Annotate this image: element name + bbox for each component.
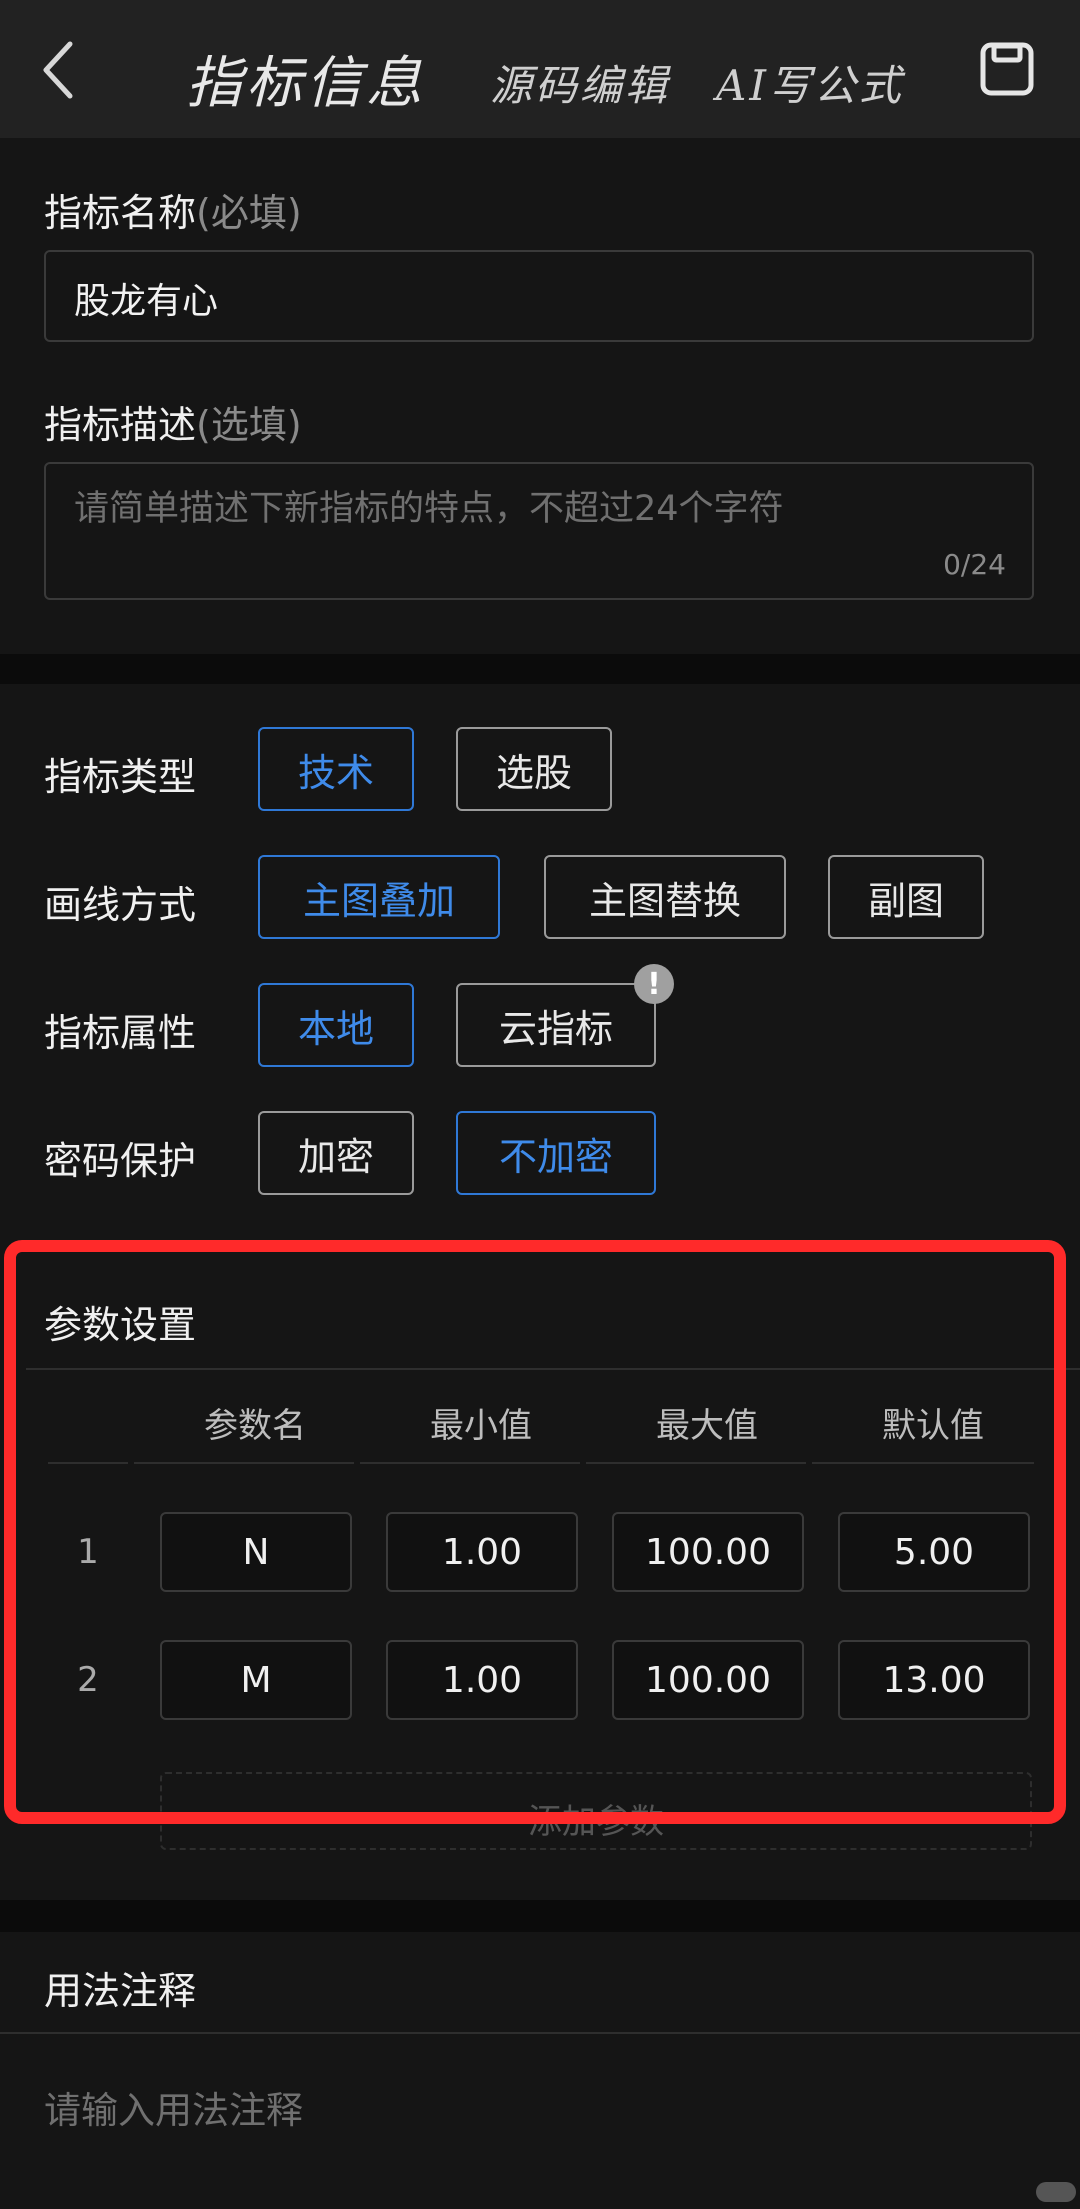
password-option-no-encrypt[interactable]: 不加密 — [456, 1111, 656, 1195]
attribute-label: 指标属性 — [44, 1011, 197, 1055]
type-option-stock-pick[interactable]: 选股 — [456, 727, 612, 811]
description-placeholder: 请简单描述下新指标的特点，不超过24个字符 — [74, 489, 784, 529]
param-row-index: 1 — [77, 1532, 99, 1572]
tab-indicator-info[interactable]: 指标信息 — [186, 38, 426, 119]
usage-notes-input[interactable]: 请输入用法注释 — [44, 2080, 303, 2134]
tab-ai-formula[interactable]: AI写公式 — [716, 52, 904, 113]
draw-option-overlay[interactable]: 主图叠加 — [258, 855, 500, 939]
usage-title: 用法注释 — [44, 1969, 197, 2013]
password-label: 密码保护 — [44, 1139, 197, 1183]
type-option-technical[interactable]: 技术 — [258, 727, 414, 811]
header-min-value: 最小值 — [430, 1406, 532, 1446]
param-min-input[interactable]: 1.00 — [386, 1640, 578, 1720]
header-max-value: 最大值 — [656, 1406, 758, 1446]
draw-mode-label: 画线方式 — [44, 883, 197, 927]
param-name-input[interactable]: N — [160, 1512, 352, 1592]
watermark-logo — [1036, 2182, 1076, 2202]
type-label: 指标类型 — [44, 755, 197, 799]
header-underline — [360, 1462, 580, 1464]
param-row-index: 2 — [77, 1660, 99, 1700]
indicator-description-input[interactable]: 请简单描述下新指标的特点，不超过24个字符 0/24 — [44, 462, 1034, 600]
add-param-button[interactable]: 添加参数 — [160, 1772, 1032, 1850]
save-icon — [980, 42, 1034, 96]
param-name-input[interactable]: M — [160, 1640, 352, 1720]
param-min-input[interactable]: 1.00 — [386, 1512, 578, 1592]
draw-option-sub-chart[interactable]: 副图 — [828, 855, 984, 939]
attr-option-cloud[interactable]: 云指标 — [456, 983, 656, 1067]
info-alert-icon[interactable]: ! — [634, 964, 674, 1004]
description-label: 指标描述(选填) — [44, 403, 302, 447]
params-title: 参数设置 — [44, 1303, 197, 1347]
back-button[interactable] — [38, 40, 78, 100]
params-divider — [26, 1368, 1080, 1370]
header-underline — [48, 1462, 128, 1464]
param-default-input[interactable]: 5.00 — [838, 1512, 1030, 1592]
save-button[interactable] — [980, 42, 1034, 96]
param-default-input[interactable]: 13.00 — [838, 1640, 1030, 1720]
chevron-left-icon — [43, 41, 73, 99]
param-max-input[interactable]: 100.00 — [612, 1512, 804, 1592]
name-label: 指标名称(必填) — [44, 191, 302, 235]
header-param-name: 参数名 — [204, 1406, 306, 1446]
attr-option-local[interactable]: 本地 — [258, 983, 414, 1067]
top-nav-bar: 指标信息 源码编辑 AI写公式 — [0, 0, 1080, 138]
tab-source-edit[interactable]: 源码编辑 — [490, 52, 670, 113]
indicator-name-input[interactable]: 股龙有心 — [44, 250, 1034, 342]
indicator-name-value: 股龙有心 — [74, 281, 219, 322]
char-counter: 0/24 — [943, 548, 1006, 581]
header-default-value: 默认值 — [882, 1406, 984, 1446]
header-underline — [812, 1462, 1034, 1464]
header-underline — [586, 1462, 806, 1464]
password-option-encrypt[interactable]: 加密 — [258, 1111, 414, 1195]
draw-option-replace[interactable]: 主图替换 — [544, 855, 786, 939]
header-underline — [134, 1462, 354, 1464]
usage-divider — [0, 2032, 1080, 2034]
param-max-input[interactable]: 100.00 — [612, 1640, 804, 1720]
